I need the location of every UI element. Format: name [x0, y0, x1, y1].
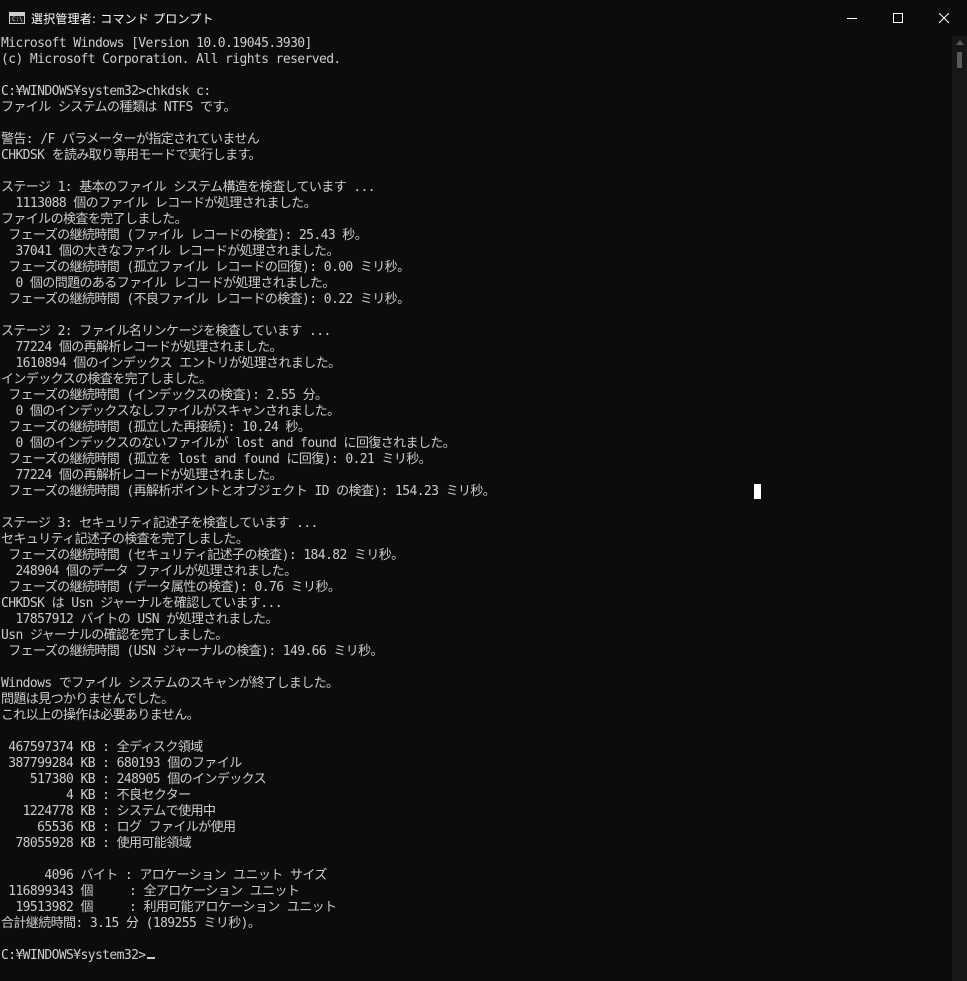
console-line: フェーズの継続時間 (USN ジャーナルの検査): 149.66 ミリ秒。	[1, 644, 383, 659]
console-line: C:¥WINDOWS¥system32>	[1, 948, 495, 964]
maximize-button[interactable]	[875, 0, 921, 36]
console-line: 4096 バイト : アロケーション ユニット サイズ	[1, 868, 327, 883]
console-line: 合計継続時間: 3.15 分 (189255 ミリ秒)。	[1, 916, 261, 931]
console-line: Usn ジャーナルの確認を完了しました。	[1, 628, 228, 643]
console-line: 0 個のインデックスのないファイルが lost and found に回復されま…	[1, 436, 456, 451]
console-line: フェーズの継続時間 (インデックスの検査): 2.55 分。	[1, 388, 328, 403]
cmd-icon-glyph: C:\	[12, 16, 23, 23]
console-line: (c) Microsoft Corporation. All rights re…	[1, 52, 341, 67]
console-line: CHKDSK を読み取り専用モードで実行します。	[1, 148, 262, 163]
console-line: 248904 個のデータ ファイルが処理されました。	[1, 564, 297, 579]
console-line: 17857912 バイトの USN が処理されました。	[1, 612, 278, 627]
console-line: 517380 KB : 248905 個のインデックス	[1, 772, 267, 787]
console-line: Microsoft Windows [Version 10.0.19045.39…	[1, 36, 312, 51]
minimize-button[interactable]	[829, 0, 875, 36]
console-line: 4 KB : 不良セクター	[1, 788, 191, 803]
console-output[interactable]: Microsoft Windows [Version 10.0.19045.39…	[0, 36, 952, 981]
console-line: ステージ 1: 基本のファイル システム構造を検査しています ...	[1, 180, 376, 195]
window-title: 選択管理者: コマンド プロンプト	[31, 11, 214, 26]
cmd-icon[interactable]: C:\	[9, 12, 25, 24]
scrollbar-thumb[interactable]	[957, 52, 962, 68]
console-line: フェーズの継続時間 (データ属性の検査): 0.76 ミリ秒。	[1, 580, 341, 595]
console-line: フェーズの継続時間 (再解析ポイントとオブジェクト ID の検査): 154.2…	[1, 484, 496, 499]
close-button[interactable]	[921, 0, 967, 36]
console-line: 467597374 KB : 全ディスク領域	[1, 740, 203, 755]
title-bar[interactable]: C:\ 選択管理者: コマンド プロンプト	[0, 0, 967, 36]
console-line: 116899343 個 : 全アロケーション ユニット	[1, 884, 300, 899]
console-line: 警告: /F パラメーターが指定されていません	[1, 132, 260, 147]
vertical-scrollbar[interactable]	[952, 36, 967, 981]
close-icon	[939, 13, 949, 23]
console-line: フェーズの継続時間 (ファイル レコードの検査): 25.43 秒。	[1, 228, 368, 243]
console-line: セキュリティ記述子の検査を完了しました。	[1, 532, 249, 547]
console-line: 1224778 KB : システムで使用中	[1, 804, 216, 819]
window-controls	[829, 0, 967, 36]
console-line: CHKDSK は Usn ジャーナルを確認しています...	[1, 596, 283, 611]
console-line: 1610894 個のインデックス エントリが処理されました。	[1, 356, 341, 371]
text-caret	[146, 957, 155, 959]
console-line: 1113088 個のファイル レコードが処理されました。	[1, 196, 317, 211]
command-prompt-window: C:\ 選択管理者: コマンド プロンプト Microsoft Windows …	[0, 0, 967, 981]
scroll-up-icon[interactable]	[956, 40, 964, 45]
console-lines: Microsoft Windows [Version 10.0.19045.39…	[1, 36, 496, 964]
console-line: 0 個のインデックスなしファイルがスキャンされました。	[1, 404, 340, 419]
selection-cursor	[754, 484, 761, 499]
console-line: 問題は見つかりませんでした。	[1, 692, 174, 707]
console-line: 77224 個の再解析レコードが処理されました。	[1, 340, 283, 355]
console-line: 37041 個の大きなファイル レコードが処理されました。	[1, 244, 339, 259]
console-line: フェーズの継続時間 (不良ファイル レコードの検査): 0.22 ミリ秒。	[1, 292, 410, 307]
console-line: 19513982 個 : 利用可能アロケーション ユニット	[1, 900, 337, 915]
minimize-icon	[847, 18, 857, 19]
console-line: フェーズの継続時間 (孤立ファイル レコードの回復): 0.00 ミリ秒。	[1, 260, 410, 275]
console-line: ステージ 2: ファイル名リンケージを検査しています ...	[1, 324, 331, 339]
console-line: 77224 個の再解析レコードが処理されました。	[1, 468, 283, 483]
console-line: これ以上の操作は必要ありません。	[1, 708, 200, 723]
console-line: C:¥WINDOWS¥system32>chkdsk c:	[1, 84, 211, 99]
console-line: ステージ 3: セキュリティ記述子を検査しています ...	[1, 516, 318, 531]
console-line: Windows でファイル システムのスキャンが終了しました。	[1, 676, 339, 691]
maximize-icon	[893, 13, 903, 23]
console-line: ファイル システムの種類は NTFS です。	[1, 100, 237, 115]
console-line: 387799284 KB : 680193 個のファイル	[1, 756, 242, 771]
console-line: 65536 KB : ログ ファイルが使用	[1, 820, 236, 835]
console-line: 0 個の問題のあるファイル レコードが処理されました。	[1, 276, 335, 291]
console-line: インデックスの検査を完了しました。	[1, 372, 212, 387]
console-line: ファイルの検査を完了しました。	[1, 212, 188, 227]
console-line: フェーズの継続時間 (孤立した再接続): 10.24 秒。	[1, 420, 311, 435]
console-line: フェーズの継続時間 (孤立を lost and found に回復): 0.21…	[1, 452, 432, 467]
console-line: フェーズの継続時間 (セキュリティ記述子の検査): 184.82 ミリ秒。	[1, 548, 404, 563]
console-line: 78055928 KB : 使用可能領域	[1, 836, 192, 851]
